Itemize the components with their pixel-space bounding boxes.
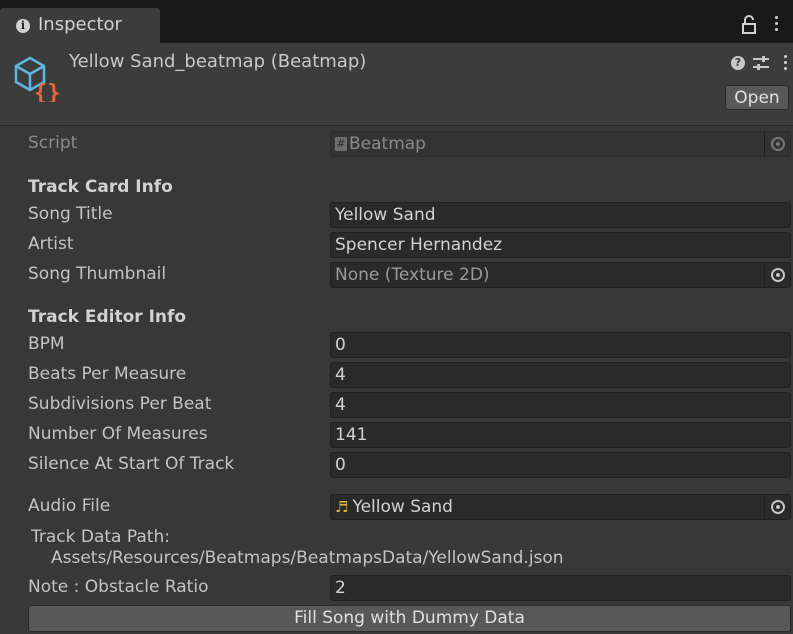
scriptable-object-icon: {} — [14, 56, 60, 102]
script-icon: # — [335, 137, 347, 151]
audio-file-label: Audio File — [28, 496, 111, 516]
help-icon[interactable]: ? — [731, 56, 745, 70]
svg-text:{}: {} — [34, 81, 60, 102]
subdivisions-per-beat-field[interactable]: 4 — [330, 392, 791, 418]
song-thumbnail-value: None (Texture 2D) — [335, 265, 490, 285]
section-track-editor-info: Track Editor Info — [28, 307, 187, 327]
note-obstacle-ratio-field[interactable]: 2 — [330, 575, 791, 601]
silence-at-start-label: Silence At Start Of Track — [28, 454, 235, 474]
number-of-measures-field[interactable]: 141 — [330, 422, 791, 448]
audio-file-field[interactable]: ♬ Yellow Sand — [330, 494, 791, 520]
artist-label: Artist — [28, 234, 74, 254]
silence-at-start-field[interactable]: 0 — [330, 452, 791, 478]
script-field: # Beatmap — [330, 131, 791, 157]
script-label: Script — [28, 133, 78, 153]
subdivisions-per-beat-label: Subdivisions Per Beat — [28, 394, 212, 414]
song-title-label: Song Title — [28, 204, 113, 224]
script-value: Beatmap — [349, 134, 426, 154]
object-picker-icon[interactable] — [764, 495, 790, 519]
section-track-card-info: Track Card Info — [28, 177, 173, 197]
object-picker-icon — [764, 132, 790, 156]
object-picker-icon[interactable] — [764, 263, 790, 287]
info-icon: i — [16, 19, 30, 33]
lock-icon[interactable] — [742, 15, 756, 35]
open-button[interactable]: Open — [725, 85, 789, 110]
audio-clip-icon: ♬ — [335, 498, 349, 516]
bpm-field[interactable]: 0 — [330, 332, 791, 358]
number-of-measures-label: Number Of Measures — [28, 424, 208, 444]
bpm-label: BPM — [28, 334, 65, 354]
track-data-path-label: Track Data Path: — [31, 527, 170, 547]
song-thumbnail-field[interactable]: None (Texture 2D) — [330, 262, 791, 288]
beats-per-measure-field[interactable]: 4 — [330, 362, 791, 388]
kebab-menu-icon[interactable] — [775, 16, 779, 34]
track-data-path-value: Assets/Resources/Beatmaps/BeatmapsData/Y… — [51, 548, 564, 568]
beats-per-measure-label: Beats Per Measure — [28, 364, 187, 384]
preset-icon[interactable] — [752, 55, 770, 71]
tab-label: Inspector — [38, 14, 122, 35]
song-title-field[interactable]: Yellow Sand — [330, 202, 791, 228]
artist-field[interactable]: Spencer Hernandez — [330, 232, 791, 258]
header-kebab-menu-icon[interactable] — [784, 55, 788, 73]
note-obstacle-ratio-label: Note : Obstacle Ratio — [28, 577, 209, 597]
fill-dummy-data-button[interactable]: Fill Song with Dummy Data — [28, 605, 791, 632]
audio-file-value: Yellow Sand — [352, 497, 453, 517]
asset-title: Yellow Sand_beatmap (Beatmap) — [69, 51, 367, 72]
song-thumbnail-label: Song Thumbnail — [28, 264, 167, 284]
